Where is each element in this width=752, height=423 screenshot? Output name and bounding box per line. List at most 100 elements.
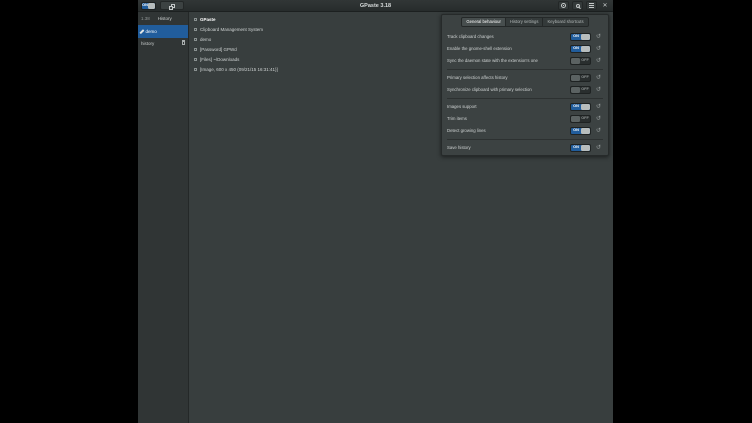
toggle-switch-label: ON xyxy=(571,35,581,39)
toggle-switch-label: ON xyxy=(571,47,581,51)
reset-icon: ↺ xyxy=(596,46,601,52)
search-button[interactable] xyxy=(572,1,583,10)
settings-button[interactable] xyxy=(558,1,569,10)
history-count-badge: 1.38 xyxy=(141,16,150,21)
reset-button[interactable]: ↺ xyxy=(594,33,603,42)
trash-icon[interactable] xyxy=(182,41,185,45)
switch-knob xyxy=(148,3,155,9)
setting-row: Primary selection affects history OFF ↺ xyxy=(447,72,603,84)
item-icon xyxy=(194,18,197,21)
tab-keyboard-shortcuts[interactable]: Keyboard shortcuts xyxy=(543,17,588,27)
item-text: demo xyxy=(200,37,211,42)
item-text: [Image, 600 x 450 (09/21/15 16:31:41)] xyxy=(200,67,278,72)
reset-icon: ↺ xyxy=(596,87,601,93)
toggle-switch[interactable]: OFF xyxy=(570,74,591,82)
separator xyxy=(447,98,603,99)
reset-button[interactable]: ↺ xyxy=(594,74,603,83)
item-icon xyxy=(194,58,197,61)
toggle-switch[interactable]: ON xyxy=(570,144,591,152)
edit-icon xyxy=(139,29,144,34)
reset-button[interactable]: ↺ xyxy=(594,127,603,136)
toggle-switch-label: ON xyxy=(571,146,581,150)
reset-button[interactable]: ↺ xyxy=(594,86,603,95)
menu-button[interactable] xyxy=(586,1,597,10)
setting-row: Save history ON ↺ xyxy=(447,142,603,154)
settings-tabs: General behaviour History settings Keybo… xyxy=(447,17,603,27)
reset-icon: ↺ xyxy=(596,58,601,64)
switch-knob xyxy=(571,116,580,122)
gpaste-window: ON GPaste 3.18 ✕ 1.38 History xyxy=(138,0,613,423)
settings-panel: General behaviour History settings Keybo… xyxy=(441,14,609,156)
sidebar-item-demo[interactable]: demo xyxy=(138,25,188,38)
item-text: [Files] ~/Downloads xyxy=(200,57,239,62)
toggle-switch[interactable]: OFF xyxy=(570,86,591,94)
switch-knob xyxy=(571,75,580,81)
toggle-switch[interactable]: ON xyxy=(570,45,591,53)
item-icon xyxy=(194,68,197,71)
setting-label: Synchronize clipboard with primary selec… xyxy=(447,88,570,93)
close-button[interactable]: ✕ xyxy=(600,1,610,11)
toggle-switch[interactable]: OFF xyxy=(570,57,591,65)
setting-row: Synchronize clipboard with primary selec… xyxy=(447,84,603,96)
item-icon xyxy=(194,28,197,31)
separator xyxy=(447,139,603,140)
setting-label: Trim items xyxy=(447,117,570,122)
switch-knob xyxy=(581,128,590,134)
toggle-switch-label: ON xyxy=(571,129,581,133)
item-text: Clipboard Management System xyxy=(200,27,263,32)
switch-knob xyxy=(571,87,580,93)
reset-button[interactable]: ↺ xyxy=(594,115,603,124)
setting-label: Enable the gnome-shell extension xyxy=(447,47,570,52)
copy-icon xyxy=(171,4,175,8)
setting-row: Images support ON ↺ xyxy=(447,101,603,113)
close-icon: ✕ xyxy=(602,3,607,9)
setting-label: Save history xyxy=(447,146,570,151)
switch-knob xyxy=(571,58,580,64)
histories-sidebar: 1.38 History demo history xyxy=(138,12,189,423)
window-title: GPaste 3.18 xyxy=(138,3,613,9)
toggle-switch[interactable]: ON xyxy=(570,103,591,111)
switch-knob xyxy=(581,34,590,40)
setting-label: Track clipboard changes xyxy=(447,35,570,40)
toggle-switch-label: OFF xyxy=(580,59,590,63)
toggle-switch-label: OFF xyxy=(580,76,590,80)
reset-button[interactable]: ↺ xyxy=(594,45,603,54)
reset-button[interactable]: ↺ xyxy=(594,57,603,66)
setting-row: Track clipboard changes ON ↺ xyxy=(447,31,603,43)
tab-history-settings[interactable]: History settings xyxy=(506,17,544,27)
item-text: [Password] GPWd xyxy=(200,47,237,52)
setting-row: Sync the daemon state with the extension… xyxy=(447,55,603,67)
switch-knob xyxy=(581,104,590,110)
reset-icon: ↺ xyxy=(596,128,601,134)
toggle-switch[interactable]: OFF xyxy=(570,115,591,123)
toggle-switch-label: OFF xyxy=(580,88,590,92)
reset-button[interactable]: ↺ xyxy=(594,103,603,112)
header-bar: ON GPaste 3.18 ✕ xyxy=(138,0,613,12)
toggle-switch-label: OFF xyxy=(580,117,590,121)
switch-knob xyxy=(581,145,590,151)
sidebar-item-label: demo xyxy=(146,29,186,34)
toggle-switch[interactable]: ON xyxy=(570,33,591,41)
reset-icon: ↺ xyxy=(596,116,601,122)
desktop-background: { "window": { "title": "GPaste 3.18" }, … xyxy=(0,0,752,423)
setting-label: Detect growing lines xyxy=(447,129,570,134)
menu-icon xyxy=(589,3,594,8)
tab-general-behaviour[interactable]: General behaviour xyxy=(461,17,505,27)
copy-button[interactable] xyxy=(160,1,184,10)
setting-label: Images support xyxy=(447,105,570,110)
switch-knob xyxy=(581,46,590,52)
sidebar-item-history[interactable]: history xyxy=(138,38,188,48)
toggle-switch[interactable]: ON xyxy=(570,127,591,135)
history-name-label: History xyxy=(158,16,172,21)
sidebar-header[interactable]: 1.38 History xyxy=(138,12,188,25)
reset-button[interactable]: ↺ xyxy=(594,144,603,153)
reset-icon: ↺ xyxy=(596,145,601,151)
toggle-switch-label: ON xyxy=(571,105,581,109)
header-actions: ✕ xyxy=(558,1,610,11)
item-icon xyxy=(194,48,197,51)
search-icon xyxy=(576,4,580,8)
item-text: GPaste xyxy=(200,17,216,22)
reset-icon: ↺ xyxy=(596,104,601,110)
tracking-switch[interactable]: ON xyxy=(141,2,156,10)
setting-label: Sync the daemon state with the extension… xyxy=(447,59,570,64)
